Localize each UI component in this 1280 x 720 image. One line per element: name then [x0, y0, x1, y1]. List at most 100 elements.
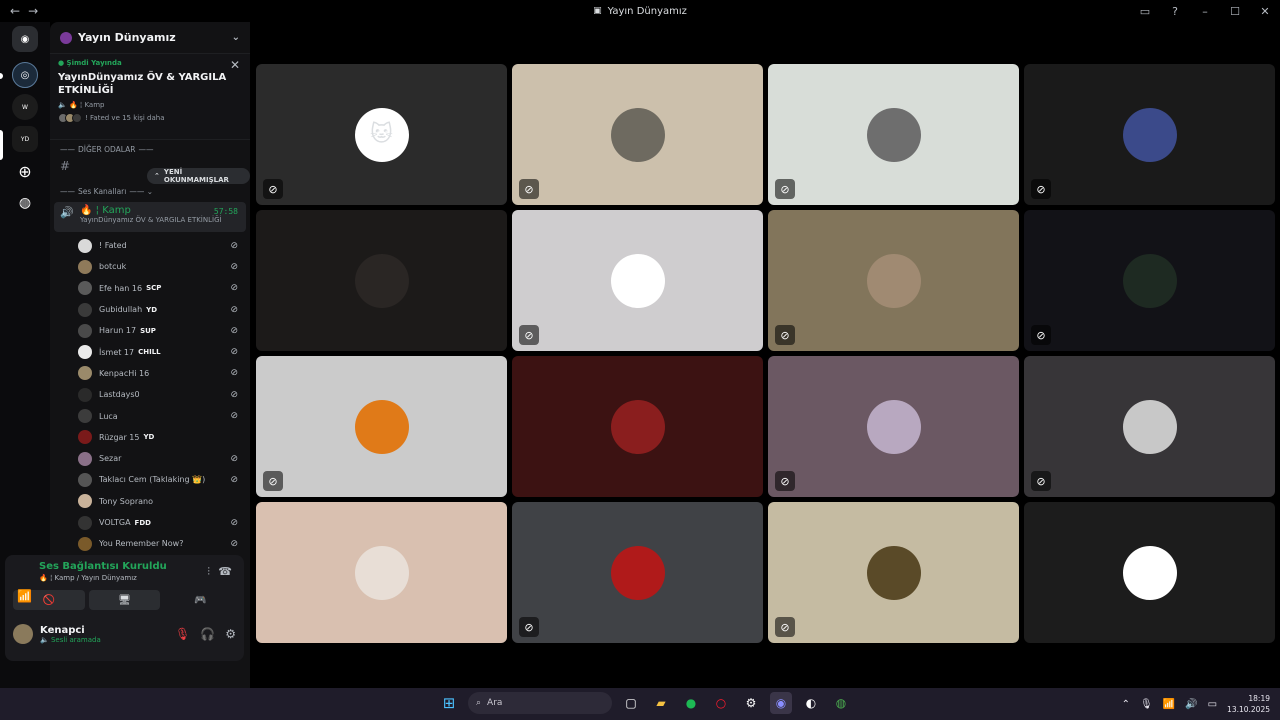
muted-icon: ⊘ — [230, 538, 238, 549]
live-event-card[interactable]: ● Şimdi Yayında ✕ YayınDünyamız ÖV & YAR… — [50, 54, 250, 140]
participant-tile[interactable]: ⊘ — [1024, 64, 1275, 205]
clock[interactable]: 18:19 13.10.2025 — [1227, 693, 1270, 715]
participant-avatar — [1122, 399, 1177, 454]
server-badge-icon — [60, 31, 72, 44]
participant-tile[interactable] — [1024, 502, 1275, 643]
voice-member[interactable]: Efe han 16 SCP ⊘ — [50, 278, 250, 299]
voice-member[interactable]: KenpacHi 16 ⊘ — [50, 363, 250, 384]
minimize-button[interactable]: – — [1190, 0, 1220, 22]
category-voice[interactable]: —— Ses Kanalları —— ⌄ — [50, 184, 250, 198]
headphones-icon[interactable]: 🎧 — [200, 627, 215, 641]
participant-tile[interactable]: ⊘ — [512, 502, 763, 643]
server-name: Yayın Dünyamız — [78, 31, 176, 44]
participant-tile[interactable] — [256, 502, 507, 643]
voice-member[interactable]: VOLTGA FDD ⊘ — [50, 512, 250, 533]
server-header[interactable]: Yayın Dünyamız ⌄ — [50, 22, 250, 54]
chrome-icon[interactable]: ◍ — [830, 692, 852, 714]
avatar — [78, 366, 92, 381]
participant-tile[interactable]: ⊘ — [768, 356, 1019, 497]
member-name: Lastdays0 — [99, 390, 140, 400]
participant-tile[interactable]: 🐱 ⊘ — [256, 64, 507, 205]
voice-member[interactable]: İsmet 17 CHILL ⊘ — [50, 341, 250, 362]
help-icon[interactable]: ? — [1160, 0, 1190, 22]
voice-member[interactable]: ! Fated ⊘ — [50, 235, 250, 256]
voice-member[interactable]: Rüzgar 15 YD — [50, 427, 250, 448]
gear-icon[interactable]: ⚙ — [225, 627, 236, 641]
voice-member[interactable]: Taklacı Cem (Taklaking 👑) ⊘ — [50, 469, 250, 490]
muted-icon: ⊘ — [230, 474, 238, 485]
chevron-up-icon[interactable]: ⌃ — [1122, 699, 1130, 710]
category-other[interactable]: —— DİĞER ODALAR —— — [50, 142, 250, 156]
voice-member[interactable]: Gubidullah YD ⊘ — [50, 299, 250, 320]
unread-indicator — [0, 73, 3, 79]
avatar — [78, 323, 92, 338]
battery-icon[interactable]: ▭ — [1208, 699, 1217, 710]
title-bar: ← → ▣ Yayın Dünyamız ▭ ? – ☐ ✕ — [0, 0, 1280, 22]
add-server-icon[interactable]: ⊕ — [12, 158, 38, 184]
server-icon-yayin[interactable]: YD — [12, 126, 38, 152]
file-explorer-icon[interactable]: ▰ — [650, 692, 672, 714]
avatar — [78, 536, 92, 551]
task-view-icon[interactable]: ▢ — [620, 692, 642, 714]
participant-avatar — [610, 545, 665, 600]
app-icon[interactable]: ◐ — [800, 692, 822, 714]
voice-member[interactable]: Luca ⊘ — [50, 405, 250, 426]
avatar[interactable] — [13, 624, 33, 644]
disconnect-icon[interactable]: ☎ — [218, 565, 232, 578]
participant-tile[interactable]: ⊘ — [1024, 210, 1275, 351]
participant-tile[interactable]: ⊘ — [768, 64, 1019, 205]
screenshare-button[interactable]: 🖥 — [88, 590, 161, 610]
opera-icon[interactable]: ○ — [710, 692, 732, 714]
microphone-icon[interactable]: 🎙 — [1140, 699, 1153, 710]
steam-icon[interactable]: ⚙ — [740, 692, 762, 714]
new-unreads-pill[interactable]: ⌃ YENİ OKUNMAMIŞLAR — [147, 168, 250, 184]
muted-icon: ⊘ — [230, 453, 238, 464]
inbox-icon[interactable]: ▭ — [1130, 0, 1160, 22]
participant-tile[interactable]: ⊘ — [256, 356, 507, 497]
voice-member[interactable]: You Remember Now? ⊘ — [50, 533, 250, 554]
voice-member[interactable]: Tony Soprano — [50, 491, 250, 512]
server-icon-2[interactable]: W — [12, 94, 38, 120]
member-name: VOLTGA — [99, 518, 131, 527]
avatar — [78, 494, 92, 509]
participant-avatar — [1122, 107, 1177, 162]
member-name: Tony Soprano — [99, 496, 153, 506]
member-name: Luca — [99, 411, 118, 421]
activity-button[interactable]: 🎮 — [164, 590, 236, 610]
voice-member[interactable]: Harun 17 SUP ⊘ — [50, 320, 250, 341]
search-box[interactable]: ⌕ Ara — [468, 692, 612, 714]
event-people: ! Fated ve 15 kişi daha — [58, 113, 242, 123]
wifi-icon[interactable]: 📶 — [1163, 699, 1175, 710]
voice-member[interactable]: Sezar ⊘ — [50, 448, 250, 469]
volume-icon[interactable]: 🔊 — [1185, 699, 1197, 710]
muted-icon: ⊘ — [775, 471, 795, 491]
participant-tile[interactable]: ⊘ — [512, 64, 763, 205]
spotify-icon[interactable]: ● — [680, 692, 702, 714]
user-info[interactable]: Kenapci 🔈 Sesli aramada — [40, 625, 101, 644]
windows-start-icon[interactable]: ⊞ — [438, 692, 460, 714]
participant-tile[interactable]: ⊘ — [1024, 356, 1275, 497]
close-button[interactable]: ✕ — [1250, 0, 1280, 22]
participant-tile[interactable]: ⊘ — [768, 210, 1019, 351]
mic-muted-icon[interactable]: 🎙 — [175, 627, 190, 641]
participant-tile[interactable] — [512, 356, 763, 497]
search-placeholder: Ara — [487, 698, 503, 708]
discord-home-icon[interactable]: ◉ — [12, 26, 38, 52]
muted-icon: ⊘ — [263, 179, 283, 199]
muted-icon: ⊘ — [519, 179, 539, 199]
soundboard-icon[interactable]: ⫶ — [207, 565, 210, 579]
server-icon-1[interactable]: ◎ — [12, 62, 38, 88]
username: Kenapci — [40, 624, 85, 636]
voice-member[interactable]: Lastdays0 ⊘ — [50, 384, 250, 405]
discord-taskbar-icon[interactable]: ◉ — [770, 692, 792, 714]
participant-tile[interactable] — [256, 210, 507, 351]
participant-tile[interactable]: ⊘ — [768, 502, 1019, 643]
muted-icon: ⊘ — [519, 617, 539, 637]
maximize-button[interactable]: ☐ — [1220, 0, 1250, 22]
close-icon[interactable]: ✕ — [230, 58, 240, 72]
participant-tile[interactable]: ⊘ — [512, 210, 763, 351]
explore-icon[interactable]: ◍ — [12, 190, 38, 216]
muted-icon: ⊘ — [263, 471, 283, 491]
voice-channel-kamp[interactable]: 🔊 🔥 ¦ Kamp 57:58 YayınDünyamız ÖV & YARG… — [54, 202, 246, 232]
voice-member[interactable]: botcuk ⊘ — [50, 256, 250, 277]
